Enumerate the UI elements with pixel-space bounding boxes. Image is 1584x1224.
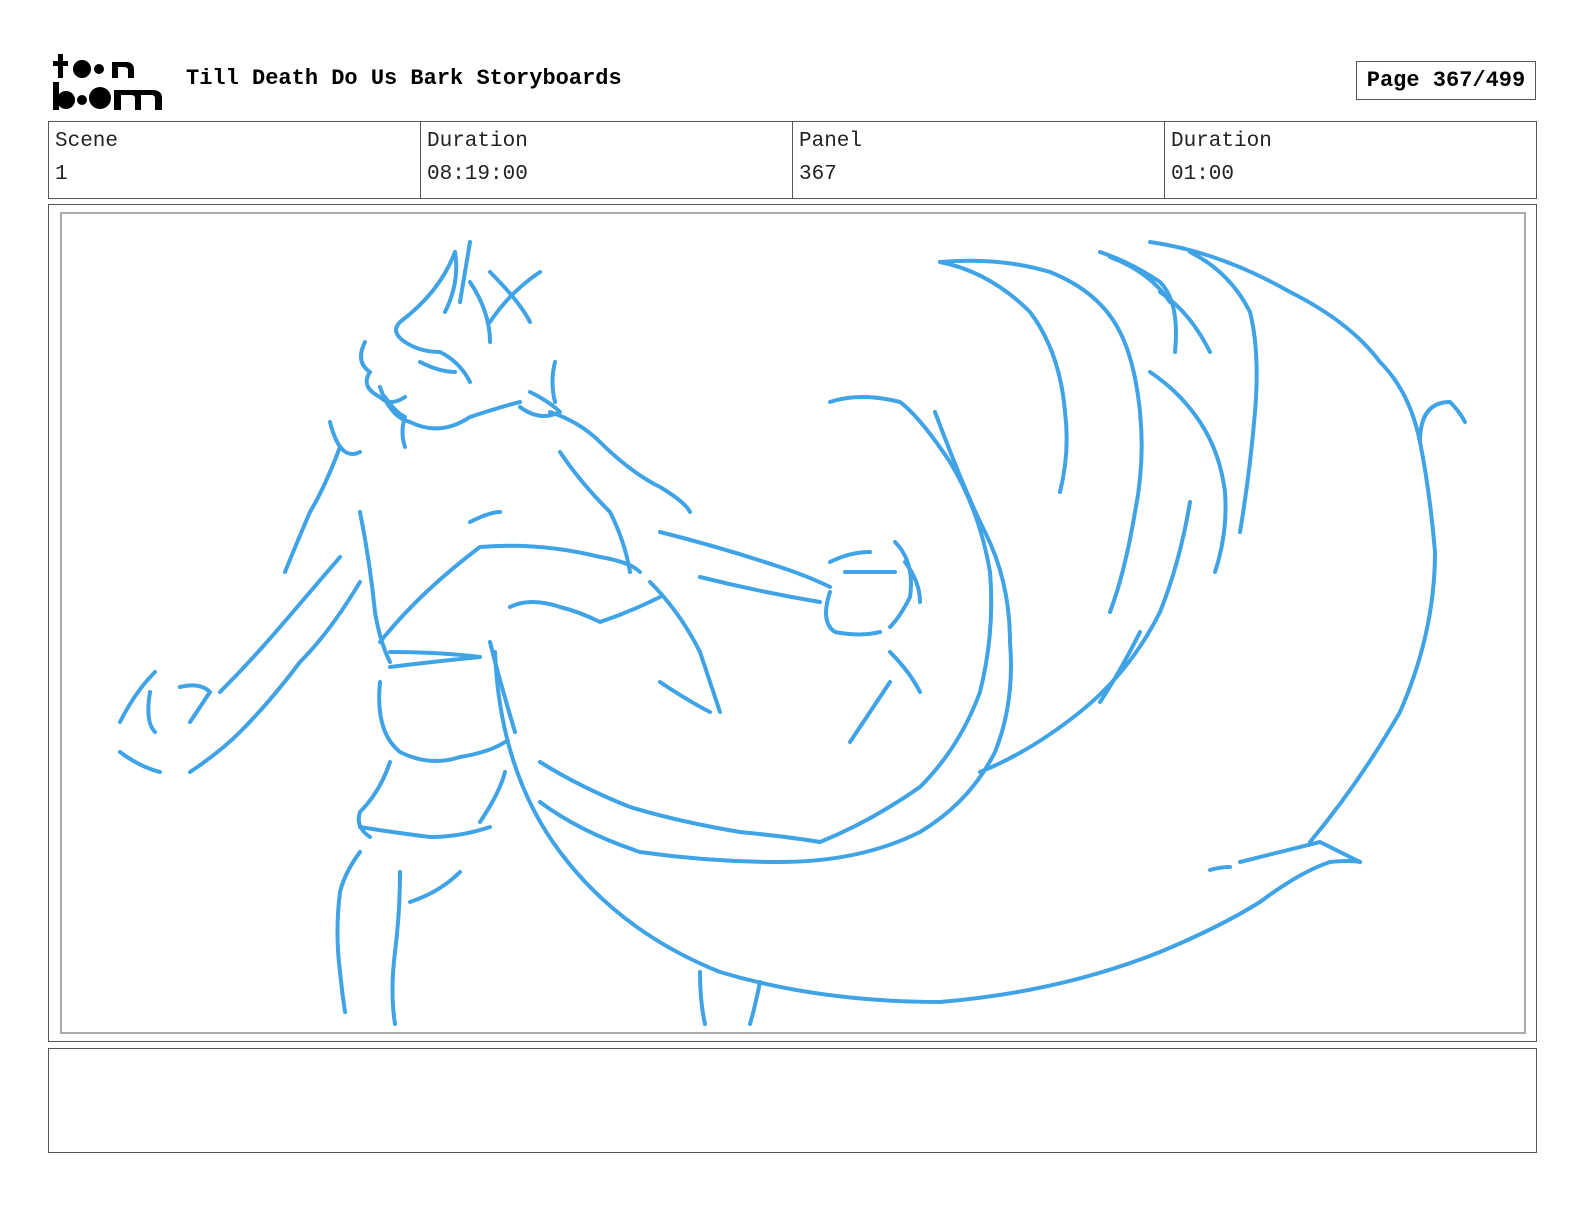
scene-duration-cell: Duration 08:19:00 <box>421 122 793 198</box>
panel-cell: Panel 367 <box>793 122 1165 198</box>
sketch-tail <box>488 240 1467 1004</box>
panel-duration-label: Duration <box>1171 130 1272 153</box>
toon-boom-logo <box>53 54 162 110</box>
page-indicator: Page 367/499 <box>1356 61 1536 100</box>
panel-duration-value: 01:00 <box>1171 163 1235 186</box>
scene-duration-value: 08:19:00 <box>427 163 528 186</box>
scene-value: 1 <box>55 163 68 186</box>
panel-label: Panel <box>799 130 863 153</box>
scene-label: Scene <box>55 130 119 153</box>
scene-cell: Scene 1 <box>49 122 421 198</box>
scene-duration-label: Duration <box>427 130 528 153</box>
panel-notes <box>48 1048 1537 1153</box>
document-title: Till Death Do Us Bark Storyboards <box>186 66 622 91</box>
panel-duration-cell: Duration 01:00 <box>1165 122 1536 198</box>
sketch-character <box>118 240 922 1026</box>
storyboard-sketch <box>118 240 1467 1026</box>
scene-info-table: Scene 1 Duration 08:19:00 Panel 367 Dura… <box>48 121 1537 199</box>
panel-value: 367 <box>799 163 837 186</box>
